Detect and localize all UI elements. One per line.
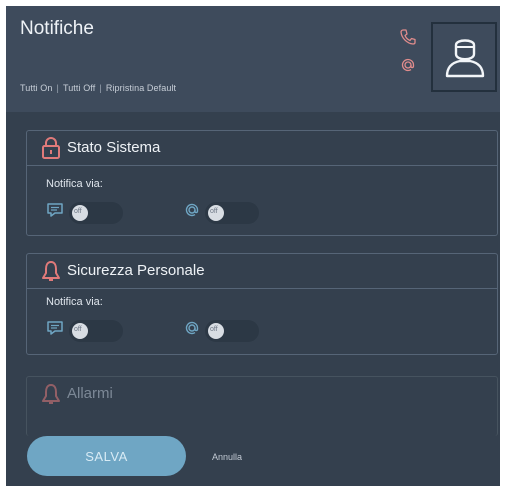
all-on-link[interactable]: Tutti On: [20, 83, 52, 93]
section-header: Stato Sistema: [27, 131, 497, 166]
section-allarmi: Allarmi: [26, 376, 498, 436]
email-toggle[interactable]: off: [205, 320, 259, 342]
bell-icon: [41, 260, 61, 282]
notify-via-label: Notifica via:: [46, 296, 103, 308]
page-title: Notifiche: [20, 18, 94, 39]
section-header: Sicurezza Personale: [27, 254, 497, 289]
message-icon: [46, 201, 64, 219]
section-sicurezza-personale: Sicurezza Personale Notifica via: off of…: [26, 253, 498, 355]
all-off-link[interactable]: Tutti Off: [63, 83, 95, 93]
restore-default-link[interactable]: Ripristina Default: [106, 83, 176, 93]
cancel-link[interactable]: Annulla: [212, 452, 242, 462]
lock-icon: [41, 137, 61, 159]
notifications-panel: Notifiche Tutti On | Tutti Off | Ripristina …: [6, 6, 500, 486]
at-icon: [183, 201, 201, 219]
toggle-state: off: [74, 326, 82, 333]
message-toggle[interactable]: off: [69, 202, 123, 224]
bulk-actions: Tutti On | Tutti Off | Ripristina Default: [20, 83, 176, 93]
avatar[interactable]: [431, 22, 497, 92]
phone-icon: [399, 28, 417, 46]
user-avatar-icon: [445, 39, 485, 78]
header: Notifiche Tutti On | Tutti Off | Ripristina …: [6, 6, 500, 112]
toggle-state: off: [210, 208, 218, 215]
toggle-state: off: [210, 326, 218, 333]
message-toggle[interactable]: off: [69, 320, 123, 342]
message-icon: [46, 319, 64, 337]
notify-via-label: Notifica via:: [46, 178, 103, 190]
section-stato-sistema: Stato Sistema Notifica via: off off: [26, 130, 498, 236]
toggle-state: off: [74, 208, 82, 215]
at-icon: [183, 319, 201, 337]
save-button[interactable]: SALVA: [27, 436, 186, 476]
separator: |: [56, 83, 59, 93]
separator: |: [99, 83, 102, 93]
email-toggle[interactable]: off: [205, 202, 259, 224]
section-title: Allarmi: [67, 385, 113, 402]
contact-icons: [399, 28, 421, 78]
at-icon: [399, 56, 417, 74]
section-title: Sicurezza Personale: [67, 262, 205, 279]
section-title: Stato Sistema: [67, 139, 161, 156]
bell-icon: [41, 383, 61, 405]
